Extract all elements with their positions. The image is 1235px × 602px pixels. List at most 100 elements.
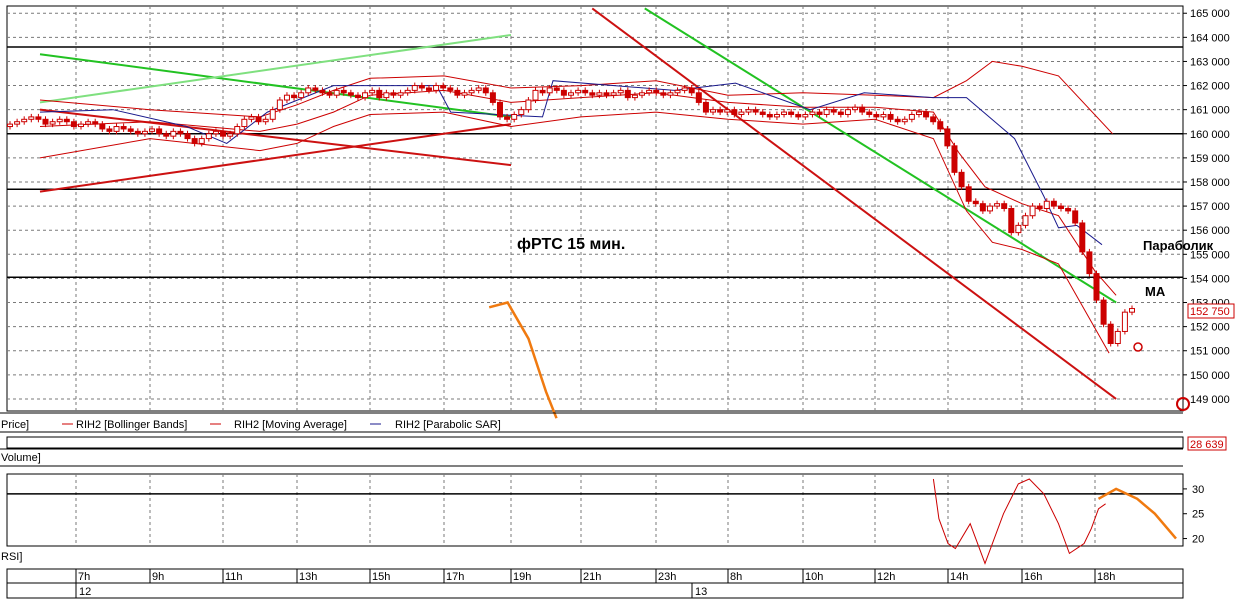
price-tick-label: 149 000: [1190, 394, 1230, 406]
candle-down: [99, 123, 106, 130]
price-tick-label: 162 000: [1190, 81, 1230, 93]
candle-up: [901, 118, 908, 123]
time-tick-label: 21h: [583, 571, 601, 583]
candle-up: [141, 130, 148, 135]
time-tick-label: 7h: [78, 571, 90, 583]
candle-up: [212, 130, 219, 135]
date-tick-label: 12: [79, 586, 91, 598]
candle-up: [1121, 311, 1128, 332]
candle-down: [376, 89, 383, 99]
candle-down: [354, 94, 361, 99]
time-tick-label: 14h: [950, 571, 968, 583]
candle-down: [972, 200, 979, 205]
rsi-tick-label: 20: [1192, 534, 1204, 546]
candle-up: [575, 89, 582, 94]
candle-down: [653, 89, 660, 94]
candle-up: [646, 89, 653, 94]
candle-up: [773, 113, 780, 118]
candle-down: [177, 130, 184, 135]
candle-down: [752, 109, 759, 113]
price-axis: 165 000 164 000 163 000 162 000 161 000 160 0…: [1183, 8, 1230, 406]
candle-down: [951, 145, 958, 173]
candle-down: [120, 126, 127, 130]
candle-up: [880, 113, 887, 118]
time-tick-label: 11h: [225, 571, 243, 583]
candle-down: [454, 89, 461, 96]
candle-down: [795, 113, 802, 118]
candle-up: [383, 92, 390, 99]
candle-down: [63, 118, 70, 123]
candle-up: [56, 118, 63, 123]
candle-down: [255, 116, 262, 123]
candle-up: [710, 109, 717, 113]
candle-down: [418, 85, 425, 89]
candle-up: [511, 113, 518, 120]
candle-up: [986, 205, 993, 212]
candle-up: [1129, 308, 1135, 313]
candle-up: [198, 138, 205, 144]
candle-down: [923, 111, 930, 118]
parabolic-label: Параболик: [1143, 238, 1214, 253]
candle-down: [937, 121, 944, 130]
candle-up: [262, 118, 269, 123]
candle-down: [830, 109, 837, 113]
candle-down: [326, 92, 333, 96]
candle-up: [468, 89, 475, 94]
candle-down: [347, 92, 354, 96]
candle-up: [908, 113, 915, 120]
rsi-tick-label: 30: [1192, 484, 1204, 496]
candle-up: [631, 94, 638, 99]
candle-down: [92, 121, 99, 125]
candle-down: [979, 203, 986, 212]
candle-down: [816, 111, 823, 115]
rsi-tick-label: 25: [1192, 509, 1204, 521]
candle-down: [1079, 222, 1086, 253]
candle-down: [35, 116, 42, 120]
candle-up: [1043, 200, 1050, 209]
candle-down: [440, 85, 447, 89]
candle-down: [489, 92, 496, 103]
candle-up: [170, 130, 177, 137]
candle-down: [1050, 200, 1057, 207]
candle-down: [340, 89, 347, 94]
candle-up: [14, 121, 21, 125]
candle-up: [1114, 330, 1121, 345]
candle-down: [965, 186, 972, 202]
candle-down: [788, 111, 795, 115]
legend-price: Price]: [1, 419, 29, 431]
candle-down: [958, 171, 965, 188]
candle-up: [532, 89, 539, 101]
candle-up: [1015, 224, 1022, 234]
candle-up: [283, 94, 290, 101]
candle-down: [134, 130, 141, 135]
candle-up: [113, 126, 120, 132]
rsi-label: RSI]: [1, 551, 22, 563]
candle-down: [319, 89, 326, 94]
rsi-axis: 30 25 20: [1183, 484, 1204, 546]
candle-down: [504, 116, 511, 120]
candle-up: [397, 92, 404, 96]
candle-up: [745, 109, 752, 113]
candle-up: [362, 92, 369, 99]
candle-down: [1065, 208, 1072, 212]
price-tick-label: 164 000: [1190, 32, 1230, 44]
candle-up: [518, 109, 525, 115]
candle-up: [724, 109, 731, 113]
candle-up: [568, 92, 574, 96]
time-tick-label: 15h: [372, 571, 390, 583]
candle-up: [461, 92, 468, 96]
candle-up: [610, 92, 617, 96]
candle-up: [28, 116, 35, 120]
candle-down: [70, 121, 77, 128]
candle-down: [312, 87, 319, 91]
price-tick-label: 161 000: [1190, 105, 1230, 117]
volume-panel: Volume] 28 639: [0, 436, 1227, 464]
price-tick-label: 151 000: [1190, 346, 1230, 358]
candle-down: [184, 133, 191, 140]
candle-down: [1086, 251, 1093, 275]
candle-down: [42, 118, 49, 125]
candle-up: [617, 89, 624, 94]
candle-down: [887, 113, 894, 120]
time-tick-label: 18h: [1097, 571, 1115, 583]
price-tick-label: 152 000: [1190, 322, 1230, 334]
